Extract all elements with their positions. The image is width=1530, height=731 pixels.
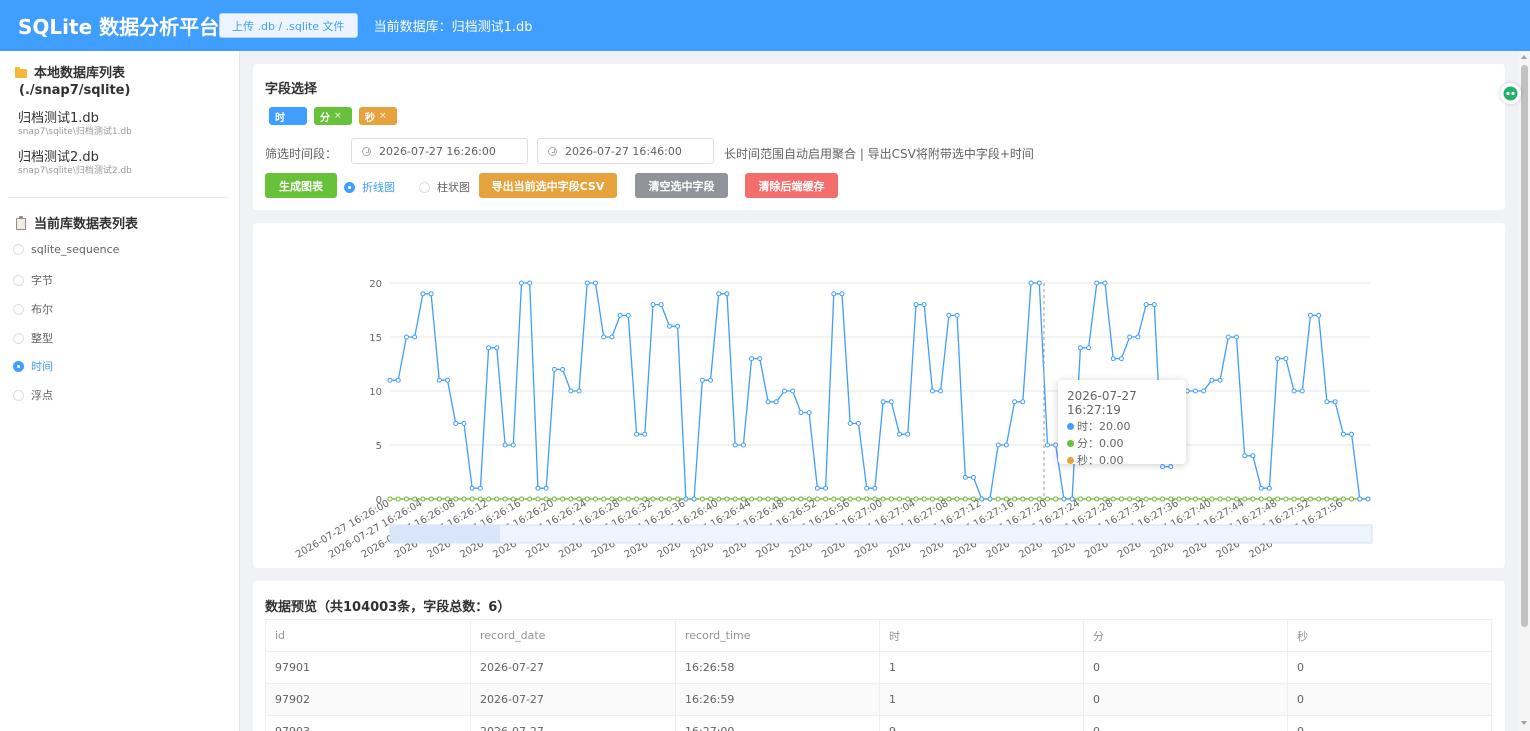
- table-cell: 0: [1287, 651, 1492, 684]
- column-header: id: [265, 619, 471, 652]
- table-cell: 0: [1287, 715, 1492, 731]
- clock-icon: [548, 146, 557, 156]
- table-cell: 2026-07-27: [470, 683, 676, 716]
- table-row: 97902 2026-07-27 16:26:59 1 0 0: [265, 683, 1492, 716]
- table-cell: 0: [1287, 683, 1492, 716]
- column-header: 秒: [1287, 619, 1492, 652]
- close-icon[interactable]: ×: [334, 111, 342, 121]
- sidebar-divider: [8, 197, 228, 198]
- field-selection-title: 字段选择: [265, 82, 318, 97]
- tables-title: 当前库数据表列表: [16, 216, 138, 233]
- field-tag[interactable]: 时: [269, 107, 307, 125]
- export-csv-button[interactable]: 导出当前选中字段CSV: [479, 173, 617, 198]
- page-scrollbar[interactable]: [1519, 51, 1530, 731]
- table-cell: 0: [1083, 715, 1288, 731]
- db-item-path: snap7\sqlite\归档测试1.db: [18, 127, 132, 137]
- field-selection-card: 字段选择 时 分 × 秒 × 筛选时间段： 2026-07-27 16:26:0…: [253, 64, 1505, 210]
- upload-button[interactable]: 上传 .db / .sqlite 文件: [219, 13, 358, 38]
- series-dot-icon: [1067, 440, 1074, 447]
- preview-table: id record_date record_time 时 分 秒 97901 2…: [265, 619, 1492, 731]
- db-item-path: snap7\sqlite\归档测试2.db: [18, 166, 132, 176]
- chart-card: [253, 223, 1505, 568]
- generate-chart-button[interactable]: 生成图表: [265, 173, 337, 198]
- assistant-widget-icon[interactable]: [1500, 83, 1521, 104]
- tooltip-row: 时：20.00: [1067, 419, 1186, 434]
- field-tag[interactable]: 分 ×: [314, 107, 352, 125]
- table-item-int[interactable]: 整型: [13, 330, 53, 346]
- table-item-bytes[interactable]: 字节: [13, 272, 53, 288]
- radio-icon: [13, 274, 24, 286]
- radio-icon: [13, 332, 24, 344]
- column-header: record_date: [470, 619, 676, 652]
- app-title: SQLite 数据分析平台: [18, 15, 220, 39]
- table-cell: 1: [879, 651, 1084, 684]
- chart-tooltip: 2026-07-27 16:27:19 时：20.00 分：0.00 秒：0.0…: [1058, 380, 1186, 467]
- field-tag[interactable]: 秒 ×: [359, 107, 397, 125]
- db-item[interactable]: 归档测试1.db snap7\sqlite\归档测试1.db: [18, 111, 132, 138]
- table-cell: 16:26:59: [675, 683, 880, 716]
- table-cell: 9: [879, 715, 1084, 731]
- folder-icon: [15, 67, 27, 78]
- table-cell: 97903: [265, 715, 471, 731]
- table-row: 97903 2026-07-27 16:27:00 9 0 0: [265, 715, 1492, 731]
- assistant-icon: [1503, 86, 1518, 101]
- db-list-subtitle: (./snap7/sqlite): [19, 83, 131, 98]
- column-header: 时: [879, 619, 1084, 652]
- tooltip-title: 2026-07-27 16:27:19: [1067, 389, 1137, 417]
- table-item-float[interactable]: 浮点: [13, 387, 53, 403]
- clear-fields-button[interactable]: 清空选中字段: [635, 173, 728, 198]
- table-cell: 0: [1083, 651, 1288, 684]
- scrollbar-thumb[interactable]: [1521, 65, 1528, 627]
- end-time-input[interactable]: 2026-07-27 16:46:00: [537, 138, 714, 164]
- current-db-label: 当前数据库：归档测试1.db: [373, 20, 533, 35]
- time-range-label: 筛选时间段：: [265, 147, 338, 161]
- chart-type-line-radio[interactable]: 折线图: [344, 179, 395, 195]
- table-cell: 1: [879, 683, 1084, 716]
- radio-icon: [13, 389, 24, 401]
- app-header: SQLite 数据分析平台 上传 .db / .sqlite 文件 当前数据库：…: [0, 0, 1530, 51]
- db-item[interactable]: 归档测试2.db snap7\sqlite\归档测试2.db: [18, 150, 132, 177]
- radio-icon: [419, 181, 430, 193]
- radio-checked-icon: [344, 181, 355, 193]
- table-cell: 0: [1083, 683, 1288, 716]
- sidebar: 本地数据库列表 (./snap7/sqlite) 归档测试1.db snap7\…: [0, 51, 240, 731]
- radio-checked-icon: [13, 360, 24, 372]
- clock-icon: [362, 146, 371, 156]
- table-cell: 97902: [265, 683, 471, 716]
- column-header: 分: [1083, 619, 1288, 652]
- radio-icon: [13, 303, 24, 315]
- db-list-section: 本地数据库列表 (./snap7/sqlite): [15, 65, 130, 99]
- table-cell: 2026-07-27: [470, 715, 676, 731]
- table-item-bool[interactable]: 布尔: [13, 301, 53, 317]
- radio-icon: [13, 244, 24, 255]
- series-dot-icon: [1067, 457, 1074, 464]
- db-item-name: 归档测试2.db: [18, 150, 99, 165]
- table-item-time[interactable]: 时间: [13, 358, 53, 374]
- clipboard-icon: [16, 216, 26, 230]
- table-cell: 16:26:58: [675, 651, 880, 684]
- table-header-row: id record_date record_time 时 分 秒: [265, 619, 1492, 652]
- column-header: record_time: [675, 619, 880, 652]
- table-row: 97901 2026-07-27 16:26:58 1 0 0: [265, 651, 1492, 684]
- close-icon[interactable]: ×: [379, 111, 387, 121]
- table-cell: 16:27:00: [675, 715, 880, 731]
- aggregation-hint: 长时间范围自动启用聚合 | 导出CSV将附带选中字段+时间: [724, 147, 1034, 161]
- scroll-up-icon[interactable]: [1521, 55, 1527, 59]
- chart-type-bar-radio[interactable]: 柱状图: [419, 179, 470, 195]
- db-item-name: 归档测试1.db: [18, 111, 99, 126]
- table-item-sqlite-sequence[interactable]: sqlite_sequence: [13, 243, 119, 256]
- clear-cache-button[interactable]: 清除后端缓存: [745, 173, 838, 198]
- scroll-down-icon[interactable]: [1521, 721, 1527, 725]
- series-dot-icon: [1067, 423, 1074, 430]
- tooltip-row: 分：0.00: [1067, 436, 1186, 451]
- preview-title: 数据预览（共104003条，字段总数：6）: [265, 600, 511, 615]
- db-list-title: 本地数据库列表: [15, 65, 130, 82]
- table-cell: 2026-07-27: [470, 651, 676, 684]
- preview-card: 数据预览（共104003条，字段总数：6） id record_date rec…: [253, 581, 1505, 731]
- start-time-input[interactable]: 2026-07-27 16:26:00: [351, 138, 528, 164]
- tooltip-row: 秒：0.00: [1067, 453, 1186, 468]
- table-cell: 97901: [265, 651, 471, 684]
